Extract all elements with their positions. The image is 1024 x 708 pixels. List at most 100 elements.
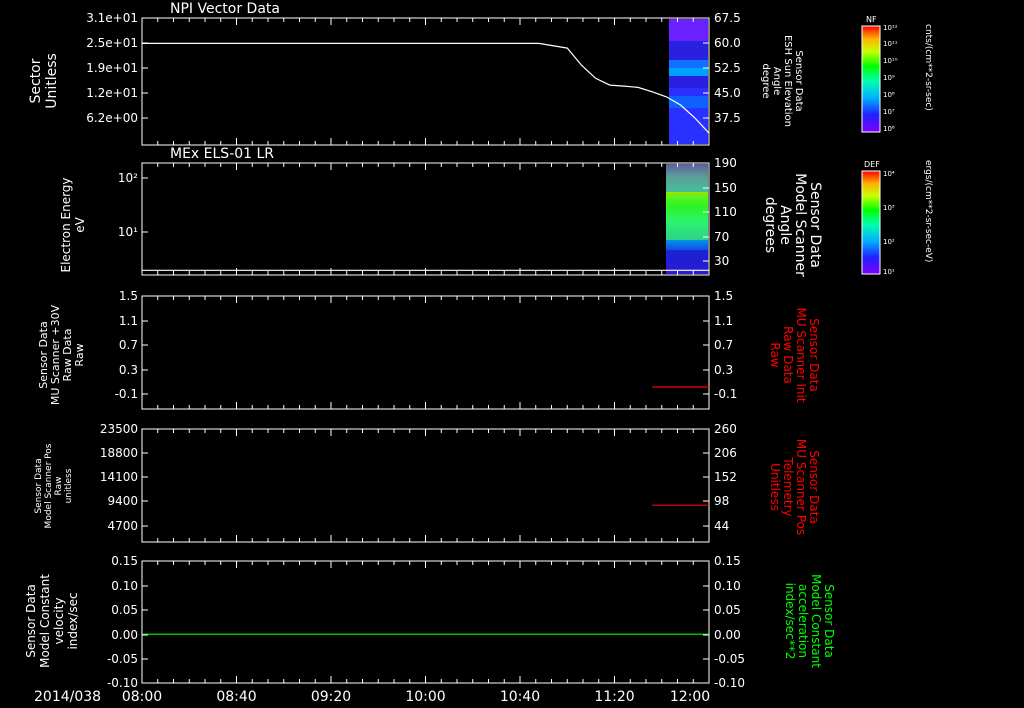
panel-5-right-tick-label: -0.05: [714, 652, 745, 666]
panel-4-left-ylabel: Sensor Data Model Scanner Pos Raw unitle…: [34, 443, 74, 528]
panel-5-left-tick-label: -0.05: [107, 652, 138, 666]
ylabel-line: Unitless: [768, 463, 782, 511]
ylabel-line: eV: [73, 216, 87, 232]
panel-3-left-ylabel: Sensor Data MU Scanner +30V Raw Data Raw: [37, 304, 86, 405]
ylabel-line: degree: [760, 63, 771, 98]
colorbar-tick: 10¹: [883, 268, 895, 276]
ylabel-line: Raw: [73, 343, 86, 366]
ylabel-line: index/sec: [66, 592, 80, 649]
panel-3-left-tick-label: -0.1: [115, 387, 138, 401]
panel-1-right-tick-label: 45.0: [714, 86, 741, 100]
panel-2-right-tick-label: 190: [714, 156, 737, 170]
ylabel-line: Raw: [768, 342, 782, 367]
panel-1-right-tick-label: 37.5: [714, 111, 741, 125]
panel-4-right-tick-label: 206: [714, 446, 737, 460]
panel-3-right-tick-label: 1.1: [714, 314, 733, 328]
panel-4-left-tick-label: 18800: [100, 446, 138, 460]
panel-1-right-ylabel: Sensor Data ESH Sun Elevation Angle degr…: [760, 35, 804, 127]
ylabel-line: Sector: [28, 58, 44, 103]
panel-1-left-tick-label: 3.1e+01: [86, 11, 138, 25]
colorbar-tick: 10³: [883, 204, 895, 212]
panel-1-series-1-line: [142, 42, 710, 134]
panel-3-left-tick-label: 1.1: [119, 314, 138, 328]
ylabel-line: degrees: [762, 197, 778, 253]
colorbar-tick: 10⁴: [883, 170, 895, 178]
panel-4-right-tick-label: 260: [714, 422, 737, 436]
panel-1-right-tick-label: 67.5: [714, 11, 741, 25]
colorbar-def-unit: ergs/(cm**2-sr-sec-eV): [923, 160, 933, 262]
ylabel-line: Sensor Data: [807, 182, 823, 268]
panel-3-left-tick-label: 0.3: [119, 363, 138, 377]
colorbar-tick: 10¹¹: [883, 40, 898, 48]
panel-3-right-tick-label: 0.7: [714, 338, 733, 352]
ylabel-line: MU Scanner Pos: [794, 439, 808, 535]
ylabel-line: Model Constant: [38, 574, 52, 668]
panel-2-right-tick-label: 70: [714, 230, 729, 244]
panel-5-right-tick-label: 0.15: [714, 554, 741, 568]
panel-5-left-ylabel: Sensor Data Model Constant velocity inde…: [24, 574, 80, 668]
panel-1-right-tick-label: 52.5: [714, 61, 741, 75]
x-axis-tick-labels: 08:00 08:40 09:20 10:00 10:40 11:20 12:0…: [122, 689, 710, 705]
ylabel-line: Sensor Data: [807, 450, 821, 524]
panel-4-left-tick-label: 23500: [100, 422, 138, 436]
colorbar-nf-title: NF: [866, 15, 877, 24]
ylabel-line: velocity: [52, 598, 66, 645]
colorbar-nf-gradient: [861, 25, 881, 133]
panel-4-right-tick-label: 98: [714, 494, 729, 508]
x-tick-label: 11:20: [594, 689, 634, 705]
panel-4-left-tick-label: 9400: [107, 494, 138, 508]
panel-1-left-tick-label: 1.9e+01: [86, 61, 138, 75]
panel-2-left-tick-label: 10¹: [118, 225, 138, 239]
ylabel-line: Sensor Data: [34, 458, 44, 513]
ylabel-line: Raw: [54, 477, 64, 496]
colorbar-nf: NF 10¹² 10¹¹ 10¹⁰ 10⁹ 10⁸ 10⁷ 10⁶ cnts/(…: [861, 15, 933, 133]
panel-5-left-tick-label: 0.00: [111, 628, 138, 642]
panel-1-left-tick-label: 6.2e+00: [86, 111, 138, 125]
ylabel-line: MU Scanner Init: [794, 307, 808, 402]
panel-2-left-ylabel: Electron Energy eV: [59, 177, 87, 272]
panel-1-title: NPI Vector Data: [170, 1, 280, 17]
panel-4-left-tick-label: 14100: [100, 470, 138, 484]
panel-3-left-tick-label: 1.5: [119, 289, 138, 303]
ylabel-line: Raw Data: [781, 326, 795, 384]
plot-canvas: NPI Vector Data MEx ELS-01 LR 3.1e+01 2.5…: [24, 1, 933, 705]
colorbar-tick: 10¹⁰: [883, 57, 898, 65]
ylabel-line: unitless: [64, 468, 74, 503]
ylabel-line: acceleration: [796, 584, 810, 658]
ylabel-line: Model Constant: [809, 574, 823, 668]
panel-4-frame: [141, 428, 710, 543]
colorbar-tick: 10⁸: [883, 91, 895, 99]
panel-5-left-tick-label: 0.05: [111, 603, 138, 617]
ylabel-line: Model Scanner: [792, 173, 808, 277]
x-tick-label: 08:00: [122, 689, 162, 705]
x-tick-label: 10:00: [405, 689, 445, 705]
ylabel-line: Sensor Data: [822, 584, 836, 658]
colorbar-def: DEF 10⁴ 10³ 10² 10¹ ergs/(cm**2-sr-sec-e…: [861, 160, 933, 276]
ylabel-line: Angle: [777, 205, 793, 245]
x-tick-label: 10:40: [500, 689, 540, 705]
panel-3-frame: [141, 295, 710, 410]
panel-5-right-tick-label: -0.10: [714, 676, 745, 690]
colorbar-tick: 10²: [883, 238, 895, 246]
panel-1-frame: [141, 17, 710, 146]
panel-1-right-tick-label: 60.0: [714, 36, 741, 50]
colorbar-tick: 10⁹: [883, 74, 895, 82]
panel-2-left-tick-label: 10²: [118, 171, 138, 185]
x-tick-label: 12:00: [670, 689, 710, 705]
x-tick-label: 09:20: [311, 689, 351, 705]
panel-3-right-tick-label: 1.5: [714, 289, 733, 303]
panel-4-left-tick-label: 4700: [107, 519, 138, 533]
panel-2-frame: [141, 162, 710, 276]
x-axis-date-label: 2014/038: [34, 689, 101, 705]
panel-2-title: MEx ELS-01 LR: [170, 146, 274, 162]
ylabel-line: Electron Energy: [59, 177, 73, 272]
panel-4-right-tick-label: 44: [714, 519, 729, 533]
panel-3-right-ylabel: Sensor Data MU Scanner Init Raw Data Raw: [768, 307, 821, 402]
colorbar-tick: 10⁶: [883, 125, 895, 133]
ylabel-line: Sensor Data: [793, 50, 804, 111]
panel-1-left-ylabel: Sector Unitless: [28, 53, 60, 109]
ylabel-line: index/sec**2: [783, 583, 797, 660]
ylabel-line: Telemetry: [781, 456, 795, 516]
panel-3-right-tick-label: -0.1: [714, 387, 737, 401]
ylabel-line: Sensor Data: [24, 584, 38, 658]
